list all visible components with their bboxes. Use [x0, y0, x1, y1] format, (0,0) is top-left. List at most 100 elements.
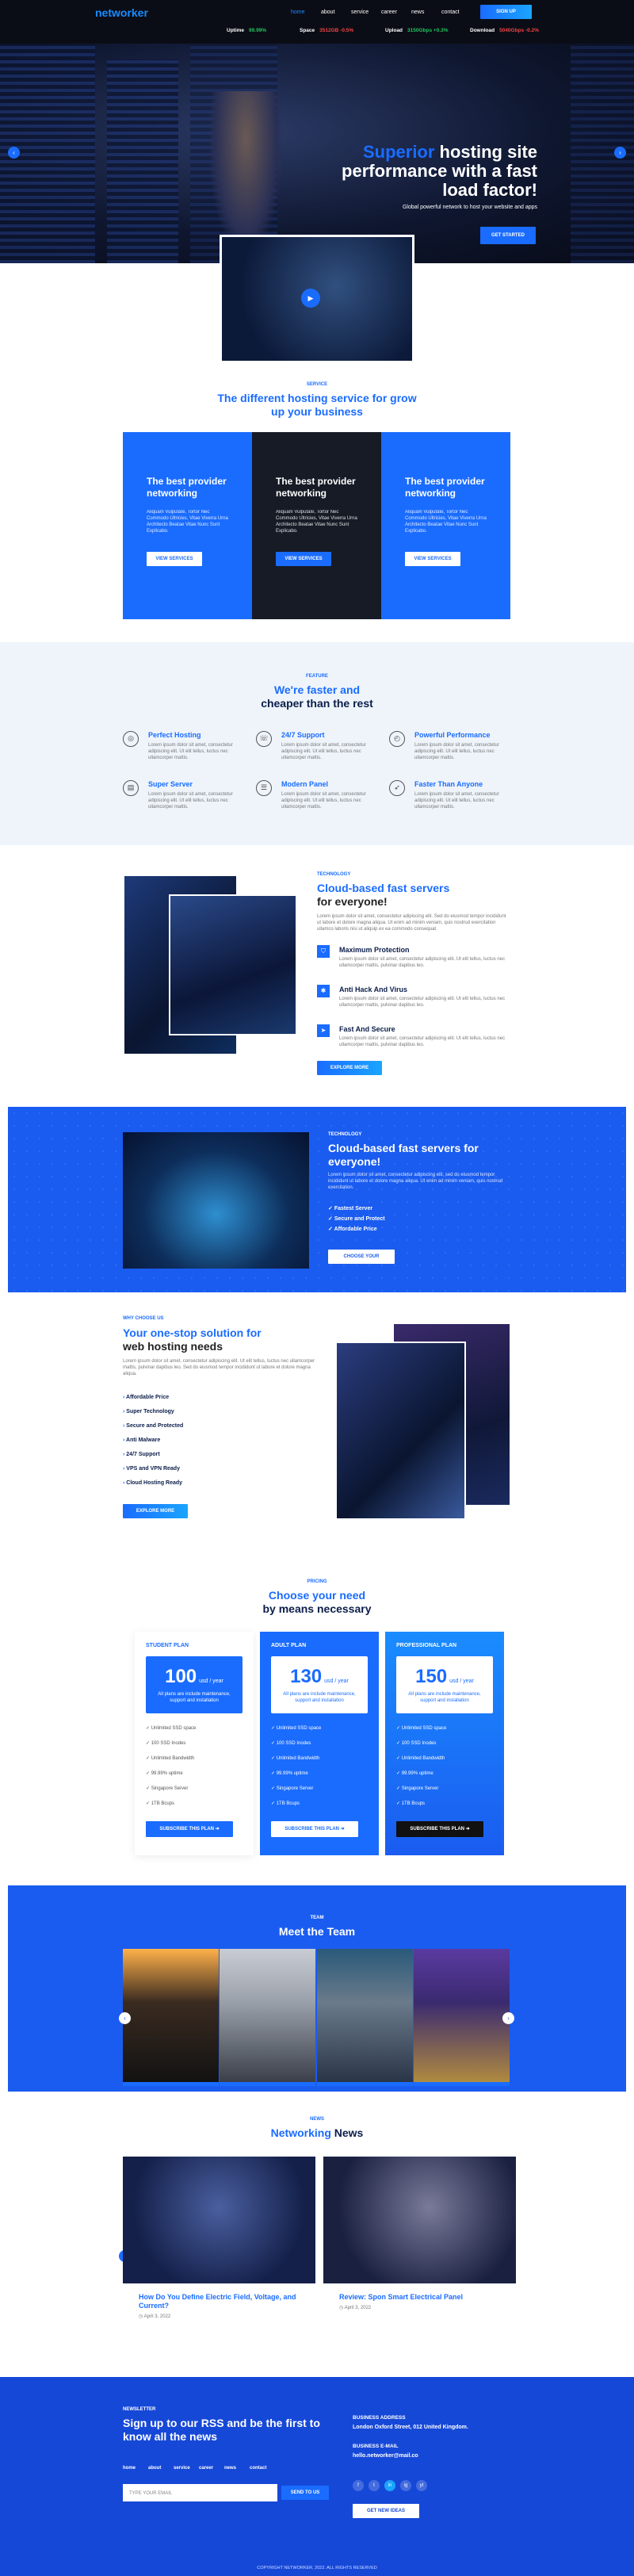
- feature-title: Perfect Hosting: [148, 731, 201, 739]
- news-card[interactable]: Review: Spon Smart Electrical Panel ◷ Apr…: [323, 2157, 516, 2310]
- plan-unit: usd / year: [199, 1678, 223, 1684]
- news-title[interactable]: Review: Spon Smart Electrical Panel: [323, 2293, 516, 2302]
- plan-feature: ✓ 99.99% uptime: [146, 1766, 243, 1782]
- hero-next-arrow-icon[interactable]: ›: [614, 147, 626, 159]
- footer-link-career[interactable]: career: [199, 2466, 213, 2471]
- news-title[interactable]: How Do You Define Electric Field, Voltag…: [123, 2293, 315, 2310]
- check-icon: ✓: [396, 1726, 402, 1731]
- news-title: Networking News: [270, 2126, 364, 2139]
- social-in-icon[interactable]: in: [384, 2480, 395, 2491]
- price-box: 100 usd / year All plans are include maint…: [146, 1656, 243, 1713]
- pricing-card: ADULT PLAN 130 usd / year All plans are inc…: [260, 1632, 379, 1855]
- plan-feature-label: 99.99% uptime: [276, 1771, 308, 1776]
- logo[interactable]: networker: [95, 6, 148, 19]
- why-item-label: Cloud Hosting Ready: [126, 1480, 183, 1486]
- news-date-text: April 3, 2022: [143, 2314, 171, 2319]
- panel-icon: ☰: [256, 780, 272, 796]
- why-item-label: Anti Malware: [126, 1437, 161, 1443]
- plan-feature: ✓ Unlimited SSD space: [396, 1721, 493, 1736]
- plan-feature: ✓ Unlimited Bandwidth: [396, 1751, 493, 1766]
- subscribe-button[interactable]: SUBSCRIBE THIS PLAN ➜: [146, 1821, 233, 1837]
- laptop-user-image: [123, 1132, 309, 1269]
- view-services-button[interactable]: VIEW SERVICES: [276, 552, 331, 566]
- plan-feature: ✓ Singapore Server: [146, 1782, 243, 1797]
- plan-feature-label: Unlimited SSD space: [151, 1726, 197, 1731]
- features-title: We're faster and cheaper than the rest: [261, 683, 373, 710]
- footer-link-service[interactable]: service: [174, 2466, 190, 2471]
- view-services-button[interactable]: VIEW SERVICES: [405, 552, 460, 566]
- check-icon: ✓: [146, 1726, 151, 1731]
- social-yt-icon[interactable]: yt: [416, 2480, 427, 2491]
- subscribe-button[interactable]: SUBSCRIBE THIS PLAN ➜: [396, 1821, 483, 1837]
- service-card: The best provider networking Aliquam Vulp…: [381, 432, 510, 619]
- team-prev-arrow-icon[interactable]: ‹: [119, 2012, 131, 2024]
- plan-price: 130: [290, 1666, 323, 1687]
- why-list-item: › Affordable Price: [123, 1392, 169, 1403]
- play-icon[interactable]: ▶: [301, 289, 320, 308]
- email-label: BUSINESS E-MAIL: [353, 2444, 399, 2449]
- hero-prev-arrow-icon[interactable]: ‹: [8, 147, 20, 159]
- tech-item-text: Lorem ipsum dolor sit amet, consectetur …: [339, 957, 506, 968]
- nav-about[interactable]: about: [321, 10, 335, 15]
- subscribe-button[interactable]: SUBSCRIBE THIS PLAN ➜: [271, 1821, 358, 1837]
- plan-features: ✓ Unlimited SSD space ✓ 100 SSD Inodes ✓ U…: [146, 1721, 243, 1812]
- social-f-icon[interactable]: f: [353, 2480, 364, 2491]
- server-engineer-image: [335, 1342, 466, 1520]
- nav-home[interactable]: home: [291, 10, 305, 15]
- news-date: ◷ April 3, 2022: [323, 2302, 516, 2314]
- footer-link-about[interactable]: about: [148, 2466, 161, 2471]
- get-ideas-button[interactable]: GET NEW IDEAS: [353, 2504, 419, 2518]
- nav-news[interactable]: news: [411, 10, 424, 15]
- plan-feature-label: Unlimited Bandwidth: [401, 1756, 445, 1761]
- check-icon: ✓: [328, 1206, 334, 1211]
- hero-section: Superior hosting site performance with a…: [0, 44, 634, 263]
- check-icon: ✓: [396, 1771, 402, 1776]
- feature-item: ☰ Modern Panel Lorem ipsum dolor sit amet,…: [256, 780, 383, 810]
- plan-feature-label: Unlimited Bandwidth: [151, 1756, 195, 1761]
- plan-feature-label: Singapore Server: [276, 1786, 314, 1791]
- plan-feature: ✓ 1TB Bcups: [146, 1797, 243, 1812]
- news-eyebrow: NEWS: [310, 2117, 324, 2122]
- plan-features: ✓ Unlimited SSD space ✓ 100 SSD Inodes ✓ U…: [271, 1721, 368, 1812]
- plan-feature: ✓ Singapore Server: [271, 1782, 368, 1797]
- globe-icon: ◎: [123, 731, 139, 747]
- view-services-button[interactable]: VIEW SERVICES: [147, 552, 202, 566]
- tech-explore-button[interactable]: EXPLORE MORE: [317, 1061, 382, 1075]
- footer-link-contact[interactable]: contact: [250, 2466, 266, 2471]
- why-list-item: › 24/7 Support: [123, 1449, 160, 1460]
- signup-button[interactable]: SIGN UP: [480, 5, 532, 19]
- plan-feature-label: 100 SSD Inodes: [401, 1741, 437, 1746]
- choose-plans-button[interactable]: CHOOSE YOUR PLANS: [328, 1250, 395, 1273]
- service-card-text: Aliquam Vulputate, Tortor Nec Commodo Ul…: [147, 510, 228, 534]
- stat-label: Space: [300, 28, 315, 33]
- news-card[interactable]: How Do You Define Electric Field, Voltag…: [123, 2157, 315, 2319]
- social-t-icon[interactable]: t: [369, 2480, 380, 2491]
- send-button[interactable]: SEND TO US: [281, 2486, 329, 2500]
- get-started-button[interactable]: GET STARTED: [480, 227, 536, 244]
- footer-link-home[interactable]: home: [123, 2466, 136, 2471]
- business-email[interactable]: hello.networker@mail.co: [353, 2453, 418, 2459]
- services-title: The different hosting service for grow u…: [217, 392, 417, 418]
- plan-feature: ✓ Unlimited SSD space: [271, 1721, 368, 1736]
- social-ig-icon[interactable]: ig: [400, 2480, 411, 2491]
- email-input[interactable]: TYPE YOUR EMAIL: [123, 2484, 277, 2501]
- hero-title: Superior hosting site performance with a…: [342, 142, 537, 200]
- nav-contact[interactable]: contact: [441, 10, 460, 15]
- plan-feature: ✓ 99.99% uptime: [396, 1766, 493, 1782]
- services-eyebrow: SERVICE: [306, 382, 328, 387]
- news-image: [123, 2157, 315, 2283]
- tech-item-title: Maximum Protection: [339, 946, 410, 954]
- nav-service[interactable]: service: [351, 10, 369, 15]
- team-member-4: [414, 1949, 510, 2086]
- plan-feature-label: Singapore Server: [401, 1786, 439, 1791]
- stat-value: 5040Gbps -0.2%: [499, 28, 539, 33]
- team-eyebrow: TEAM: [310, 1916, 324, 1920]
- why-explore-button[interactable]: EXPLORE MORE: [123, 1504, 188, 1518]
- why-title: Your one-stop solution for web hosting ne…: [123, 1326, 262, 1353]
- plan-desc: All plans are include maintenance, suppo…: [408, 1692, 481, 1703]
- footer-link-news[interactable]: news: [224, 2466, 236, 2471]
- plan-feature: ✓ Singapore Server: [396, 1782, 493, 1797]
- check-icon: ✓: [146, 1741, 151, 1746]
- nav-career[interactable]: career: [381, 10, 397, 15]
- team-next-arrow-icon[interactable]: ›: [502, 2012, 514, 2024]
